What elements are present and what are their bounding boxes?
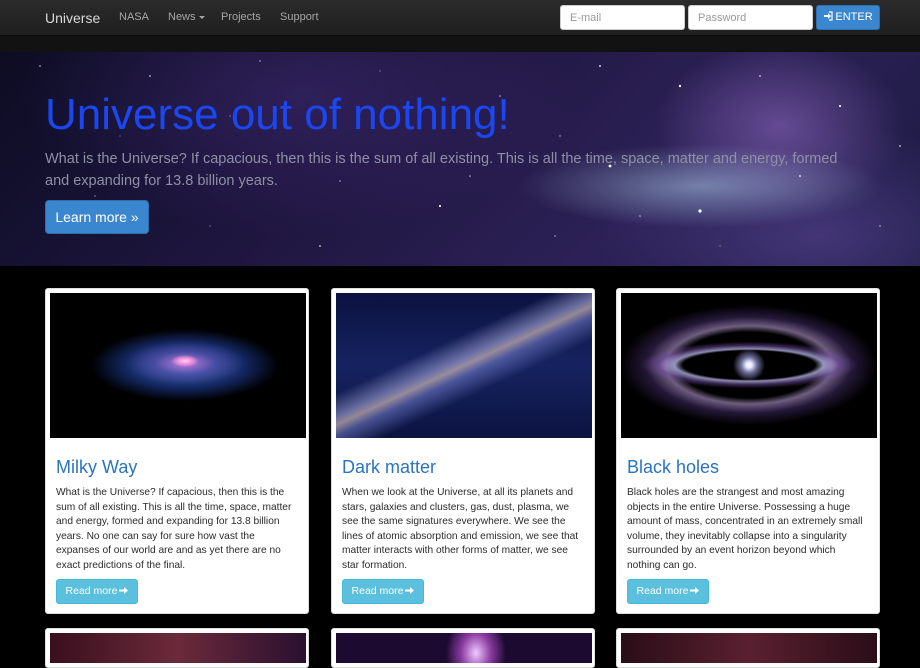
arrow-right-icon [690,587,700,594]
learn-more-button[interactable]: Learn more » [45,200,149,234]
card-image-partial [336,633,592,663]
read-more-button[interactable]: Read more [56,579,138,604]
top-navbar: Universe NASA News Projects Support ENTE… [0,0,920,36]
read-more-label: Read more [65,585,118,597]
enter-button[interactable]: ENTER [816,5,880,30]
read-more-label: Read more [351,585,404,597]
hero-description: What is the Universe? If capacious, then… [45,151,838,189]
read-more-button[interactable]: Read more [342,579,424,604]
card-text: When we look at the Universe, at all its… [342,487,579,571]
card-image-partial [621,633,877,663]
card-image-galaxy [50,293,306,438]
nav-dropdown-news[interactable]: News [168,11,205,23]
card-image-black-hole [621,293,877,438]
nav-link-projects[interactable]: Projects [221,11,261,23]
card-title: Black holes [627,457,720,477]
arrow-right-icon [405,587,415,594]
hero-title: Universe out of nothing! [45,90,510,139]
sign-in-icon [824,11,833,21]
hero-banner: Universe out of nothing! What is the Uni… [0,36,920,266]
arrow-right-icon [119,587,129,594]
card-title: Dark matter [342,457,437,477]
card-row2-1 [45,628,309,668]
card-image-milky-way [336,293,592,438]
password-input[interactable] [688,5,813,30]
read-more-label: Read more [636,585,689,597]
card-dark-matter: Dark matter When we look at the Universe… [331,288,595,614]
card-text: Black holes are the strangest and most a… [627,487,863,571]
caret-down-icon [198,15,205,19]
read-more-button[interactable]: Read more [627,579,709,604]
enter-label: ENTER [835,11,873,23]
card-row2-3 [616,628,880,668]
card-milky-way: Milky Way What is the Universe? If capac… [45,288,309,614]
card-image-partial [50,633,306,663]
nav-news-label: News [168,11,196,23]
card-text: What is the Universe? If capacious, then… [56,487,292,571]
card-title: Milky Way [56,457,138,477]
nav-link-support[interactable]: Support [280,11,319,23]
email-input[interactable] [560,5,685,30]
card-row2-2 [331,628,595,668]
nav-link-nasa[interactable]: NASA [119,11,149,23]
card-black-holes: Black holes Black holes are the stranges… [616,288,880,614]
brand-logo[interactable]: Universe [45,10,100,26]
